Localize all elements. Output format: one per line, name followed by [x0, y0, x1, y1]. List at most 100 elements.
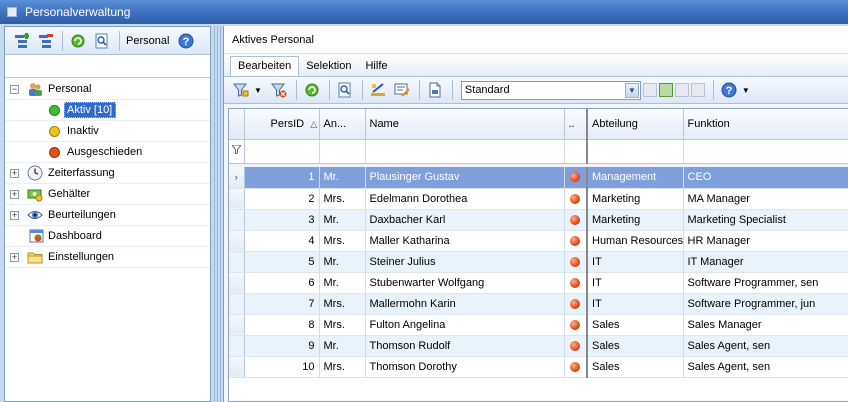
cell-name[interactable]: Mallermohn Karin	[365, 293, 565, 315]
filter-icon[interactable]	[230, 79, 252, 101]
cell-anrede[interactable]: Mrs.	[319, 293, 366, 315]
cell-abteilung[interactable]: Sales	[587, 356, 684, 378]
cell-persid[interactable]: 3	[244, 209, 320, 231]
cell-anrede[interactable]: Mrs.	[319, 314, 366, 336]
help-dropdown-icon[interactable]: ▼	[742, 86, 750, 95]
tree-item-personal[interactable]: − Personal	[5, 79, 210, 100]
cell-name[interactable]: Stubenwarter Wolfgang	[365, 272, 565, 294]
column-header-anrede[interactable]: An...	[319, 109, 366, 140]
cell-abteilung[interactable]: Human Resources	[587, 230, 684, 252]
column-header-status[interactable]: ..	[564, 109, 588, 140]
cell-status[interactable]	[564, 209, 588, 231]
row-indicator[interactable]: ›	[229, 167, 245, 189]
edit-columns-icon[interactable]	[367, 79, 389, 101]
layout-select[interactable]: Standard ▼	[460, 80, 641, 100]
cell-name[interactable]: Maller Katharina	[365, 230, 565, 252]
edit-layout-icon[interactable]	[391, 79, 413, 101]
collapse-toggle[interactable]: −	[10, 84, 19, 94]
cell-anrede[interactable]: Mr.	[319, 251, 366, 273]
table-row[interactable]: 2 Mrs. Edelmann Dorothea Marketing MA Manage…	[229, 188, 848, 210]
cell-anrede[interactable]: Mrs.	[319, 356, 366, 378]
cell-funktion[interactable]: Sales Manager	[683, 314, 848, 336]
cell-funktion[interactable]: Software Programmer, sen	[683, 272, 848, 294]
tree-item-ausgeschieden[interactable]: Ausgeschieden	[5, 142, 210, 163]
row-indicator[interactable]	[229, 335, 245, 357]
cell-abteilung[interactable]: IT	[587, 272, 684, 294]
table-row[interactable]: 7 Mrs. Mallermohn Karin IT Software Programm…	[229, 293, 848, 315]
cell-name[interactable]: Daxbacher Karl	[365, 209, 565, 231]
cell-abteilung[interactable]: Marketing	[587, 188, 684, 210]
cell-funktion[interactable]: IT Manager	[683, 251, 848, 273]
cell-status[interactable]	[564, 251, 588, 273]
refresh-icon[interactable]	[67, 30, 89, 52]
help-icon[interactable]: ?	[718, 79, 740, 101]
add-node-icon[interactable]	[10, 30, 32, 52]
cell-status[interactable]	[564, 335, 588, 357]
panel-splitter[interactable]	[212, 26, 222, 402]
cell-name[interactable]: Thomson Dorothy	[365, 356, 565, 378]
cell-persid[interactable]: 7	[244, 293, 320, 315]
export-document-icon[interactable]	[424, 79, 446, 101]
cell-name[interactable]: Fulton Angelina	[365, 314, 565, 336]
table-row[interactable]: 6 Mr. Stubenwarter Wolfgang IT Software Prog…	[229, 272, 848, 294]
table-row[interactable]: 9 Mr. Thomson Rudolf Sales Sales Agent, sen	[229, 335, 848, 357]
cell-funktion[interactable]: Marketing Specialist	[683, 209, 848, 231]
menu-hilfe[interactable]: Hilfe	[358, 57, 394, 76]
cell-status[interactable]	[564, 314, 588, 336]
filter-dropdown-icon[interactable]: ▼	[254, 86, 262, 95]
cell-abteilung[interactable]: Marketing	[587, 209, 684, 231]
tree-item-beurteilungen[interactable]: + Beurteilungen	[5, 205, 210, 226]
tree-item-zeiterfassung[interactable]: + Zeiterfassung	[5, 163, 210, 184]
delete-layout-icon[interactable]	[674, 83, 689, 97]
cell-anrede[interactable]: Mrs.	[319, 188, 366, 210]
cell-persid[interactable]: 8	[244, 314, 320, 336]
cell-funktion[interactable]: CEO	[683, 167, 848, 189]
help-icon[interactable]: ?	[175, 30, 197, 52]
table-row[interactable]: 4 Mrs. Maller Katharina Human Resources HR M…	[229, 230, 848, 252]
cell-anrede[interactable]: Mrs.	[319, 230, 366, 252]
cell-persid[interactable]: 9	[244, 335, 320, 357]
cell-name[interactable]: Edelmann Dorothea	[365, 188, 565, 210]
cell-abteilung[interactable]: Sales	[587, 314, 684, 336]
cell-anrede[interactable]: Mr.	[319, 335, 366, 357]
expand-toggle[interactable]: +	[10, 252, 19, 262]
expand-toggle[interactable]: +	[10, 210, 19, 220]
cell-funktion[interactable]: Sales Agent, sen	[683, 335, 848, 357]
row-indicator[interactable]	[229, 314, 245, 336]
cell-status[interactable]	[564, 230, 588, 252]
cell-anrede[interactable]: Mr.	[319, 209, 366, 231]
row-indicator[interactable]	[229, 356, 245, 378]
row-indicator[interactable]	[229, 251, 245, 273]
clear-filter-icon[interactable]	[268, 79, 290, 101]
menu-bearbeiten[interactable]: Bearbeiten	[230, 56, 300, 76]
cell-funktion[interactable]: Software Programmer, jun	[683, 293, 848, 315]
remove-node-icon[interactable]	[34, 30, 56, 52]
filter-cell-status[interactable]	[564, 139, 588, 164]
cell-name[interactable]: Thomson Rudolf	[365, 335, 565, 357]
refresh-icon[interactable]	[301, 79, 323, 101]
tree-item-gehaelter[interactable]: + Gehälter	[5, 184, 210, 205]
row-indicator[interactable]	[229, 230, 245, 252]
preview-icon[interactable]	[91, 30, 113, 52]
column-header-funktion[interactable]: Funktion	[683, 109, 848, 140]
menu-selektion[interactable]: Selektion	[299, 57, 358, 76]
cell-persid[interactable]: 2	[244, 188, 320, 210]
cell-abteilung[interactable]: Sales	[587, 335, 684, 357]
cell-status[interactable]	[564, 356, 588, 378]
row-indicator[interactable]	[229, 293, 245, 315]
filter-cell-anrede[interactable]	[319, 139, 366, 164]
row-indicator[interactable]	[229, 272, 245, 294]
tree-item-aktiv[interactable]: Aktiv [10]	[5, 100, 210, 121]
cell-status[interactable]	[564, 167, 588, 189]
table-row[interactable]: 8 Mrs. Fulton Angelina Sales Sales Manager	[229, 314, 848, 336]
tree-item-einstellungen[interactable]: + Einstellungen	[5, 247, 210, 268]
tree-item-inaktiv[interactable]: Inaktiv	[5, 121, 210, 142]
table-row[interactable]: 10 Mrs. Thomson Dorothy Sales Sales Agent, s…	[229, 356, 848, 378]
cell-persid[interactable]: 5	[244, 251, 320, 273]
column-header-abteilung[interactable]: Abteilung	[587, 109, 684, 140]
column-header-name[interactable]: Name	[365, 109, 565, 140]
filter-cell-funktion[interactable]	[683, 139, 848, 164]
filter-cell-abteilung[interactable]	[587, 139, 684, 164]
cell-abteilung[interactable]: IT	[587, 293, 684, 315]
cell-name[interactable]: Steiner Julius	[365, 251, 565, 273]
